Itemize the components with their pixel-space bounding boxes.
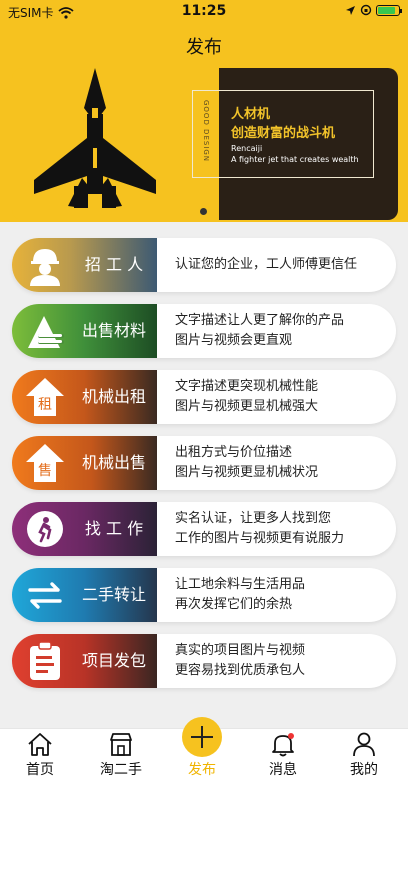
option-desc-line1: 文字描述更突现机械性能	[175, 379, 319, 394]
tab-label: 首页	[26, 762, 54, 778]
tab-label: 我的	[350, 762, 378, 778]
banner-carousel[interactable]: GOOD DESIGN 人材机 创造财富的战斗机 Rencaiji A figh…	[12, 68, 398, 220]
bell-icon	[272, 733, 294, 757]
tab-label: 发布	[188, 762, 216, 778]
svg-text:售: 售	[38, 463, 52, 479]
carousel-indicator[interactable]	[200, 208, 210, 216]
option-desc-line2: 再次发挥它们的余热	[175, 597, 293, 612]
sell-icon: 售	[26, 444, 64, 482]
banner-headline-2: 创造财富的战斗机	[231, 126, 336, 141]
option-desc-line1: 实名认证，让更多人找到您	[175, 511, 332, 526]
option-label: 机械出售	[81, 453, 146, 472]
tab-home[interactable]: 首页	[0, 729, 80, 789]
header: 无SIM卡 11:25 发布 GOOD DESIGN 人材机 创造财富的战斗机 …	[0, 0, 408, 222]
publish-option-project[interactable]: 项目发包 真实的项目图片与视频 更容易找到优质承包人	[12, 634, 396, 688]
publish-option-transfer[interactable]: 二手转让 让工地余料与生活用品 再次发挥它们的余热	[12, 568, 396, 622]
publish-options-list: 招 工 人 认证您的企业，工人师傅更信任 出售材料 文字描述让人更了解你的产品 …	[0, 222, 408, 728]
bottom-tab-bar: 首页 淘二手 发布 消息 我的	[0, 717, 408, 789]
banner-subtitle-2: A fighter jet that creates wealth	[231, 155, 359, 164]
option-desc-line1: 出租方式与价位描述	[175, 445, 293, 460]
option-label: 招 工 人	[84, 255, 144, 274]
publish-option-rent-machinery[interactable]: 租 机械出租 文字描述更突现机械性能 图片与视频更显机械强大	[12, 370, 396, 424]
option-label: 二手转让	[81, 585, 146, 604]
svg-text:租: 租	[38, 397, 52, 413]
option-label: 找 工 作	[84, 519, 144, 538]
publish-option-recruit[interactable]: 招 工 人 认证您的企业，工人师傅更信任	[12, 238, 396, 292]
location-arrow-icon	[346, 5, 355, 15]
transfer-icon	[28, 582, 62, 609]
banner-subtitle-1: Rencaiji	[231, 144, 263, 153]
option-label: 出售材料	[81, 321, 146, 340]
option-desc-line1: 真实的项目图片与视频	[175, 643, 306, 658]
materials-icon	[28, 316, 64, 348]
worker-icon	[30, 249, 60, 286]
tab-label: 淘二手	[100, 762, 142, 778]
page-title: 发布	[186, 37, 222, 58]
tab-messages[interactable]: 消息	[243, 729, 323, 789]
profile-icon	[353, 732, 375, 757]
tab-publish[interactable]: 发布	[162, 717, 242, 789]
rent-icon: 租	[26, 378, 64, 416]
option-desc-line2: 图片与视频会更直观	[175, 333, 293, 348]
project-icon	[30, 641, 60, 680]
status-bar: 无SIM卡 11:25	[0, 0, 408, 24]
battery-icon	[376, 4, 402, 16]
job-icon	[27, 511, 63, 547]
option-label: 项目发包	[81, 651, 146, 670]
option-desc-line1: 文字描述让人更了解你的产品	[175, 313, 345, 328]
publish-option-find-job[interactable]: 找 工 作 实名认证，让更多人找到您 工作的图片与视频更有说服力	[12, 502, 396, 556]
shop-icon	[110, 733, 132, 756]
option-desc-line2: 工作的图片与视频更有说服力	[175, 531, 345, 546]
orientation-lock-icon	[360, 4, 372, 16]
option-desc-line2: 图片与视频更显机械强大	[175, 399, 319, 414]
tab-label: 消息	[269, 762, 297, 778]
banner-vertical-text: GOOD DESIGN	[202, 100, 210, 163]
publish-option-sell-materials[interactable]: 出售材料 文字描述让人更了解你的产品 图片与视频会更直观	[12, 304, 396, 358]
option-desc: 认证您的企业，工人师傅更信任	[175, 257, 358, 272]
tab-profile[interactable]: 我的	[324, 729, 404, 789]
option-desc-line2: 图片与视频更显机械状况	[175, 465, 319, 480]
plus-icon	[182, 717, 222, 757]
fighter-jet-icon	[34, 68, 156, 208]
home-icon	[28, 733, 52, 756]
option-desc-line2: 更容易找到优质承包人	[175, 663, 306, 678]
banner-headline-1: 人材机	[231, 107, 271, 122]
tab-second-hand[interactable]: 淘二手	[81, 729, 161, 789]
option-desc-line1: 让工地余料与生活用品	[175, 577, 306, 592]
option-label: 机械出租	[81, 387, 146, 406]
publish-option-sell-machinery[interactable]: 售 机械出售 出租方式与价位描述 图片与视频更显机械状况	[12, 436, 396, 490]
